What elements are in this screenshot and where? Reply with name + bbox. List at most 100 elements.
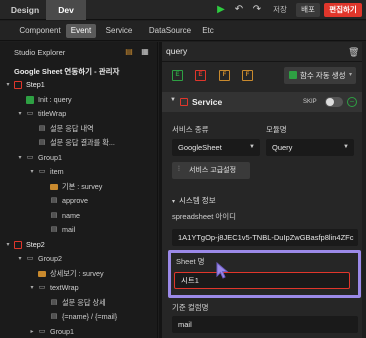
tab-datasource[interactable]: DataSource <box>144 24 196 38</box>
auto-generate-label: 함수 자동 생성 <box>300 71 346 80</box>
event-red-icon[interactable]: E <box>195 70 206 81</box>
chevron-down-icon[interactable]: ▾ <box>16 107 24 121</box>
spreadsheet-id-input[interactable]: 1A1YTgOp-j8JEC1v5-TNBL-DuIpZwGBasfp8lin4… <box>172 229 358 246</box>
spreadsheet-id-label: spreadsheet 아이디 <box>172 212 237 221</box>
tree-item-label: approve <box>62 196 88 205</box>
function-icon[interactable]: F <box>219 70 230 81</box>
tree-item[interactable]: ▸ ▭ Group1 <box>0 325 157 338</box>
text-icon: ▤ <box>38 124 46 132</box>
studio-explorer-panel: Studio Explorer ▤ ▦ Google Sheet 연동하기 - … <box>0 42 158 338</box>
event-icon <box>14 81 22 89</box>
tree-item-label: Group1 <box>50 326 74 336</box>
expand-all-icon[interactable]: ▦ <box>140 47 150 57</box>
tree-item[interactable]: ▤ {=name} / {=mail} <box>0 310 157 324</box>
tab-event[interactable]: Event <box>66 24 96 38</box>
query-header: query 🗑 <box>162 42 366 62</box>
scrollbar[interactable] <box>362 42 366 338</box>
save-button[interactable]: 저장 <box>268 3 292 17</box>
folder-icon <box>50 183 58 190</box>
tree-item[interactable]: ▤ approve <box>0 194 157 208</box>
mouse-cursor-icon <box>216 262 229 279</box>
caret-down-icon: ▼ <box>170 97 176 103</box>
tree-item-label: 설문 응답 결과를 확... <box>50 138 115 147</box>
function-generate-icon <box>289 71 297 79</box>
criteria-column-input[interactable]: mail <box>172 316 358 333</box>
tree-item[interactable]: ▤ 설문 응답 내역 <box>0 122 157 136</box>
auto-generate-function-button[interactable]: 함수 자동 생성 ▾ <box>284 67 356 84</box>
tree-item[interactable]: ▾ ▭ titleWrap <box>0 107 157 121</box>
service-type-label: 서비스 종류 <box>172 125 209 134</box>
skip-toggle[interactable] <box>325 97 343 107</box>
tree-step-item[interactable]: ▾ Step2 <box>0 238 157 252</box>
chevron-down-icon[interactable]: ▾ <box>4 238 12 252</box>
tree-item[interactable]: ▤ name <box>0 209 157 223</box>
tree-step-item[interactable]: ▾ Step1 <box>0 78 157 92</box>
tree-item-label: textWrap <box>50 283 79 292</box>
tree-item[interactable]: ▤ 설문 응답 상세 <box>0 296 157 310</box>
system-info-header[interactable]: ▾ 시스템 정보 <box>172 195 216 206</box>
event-green-icon[interactable]: E <box>172 70 183 81</box>
function-icon <box>26 95 34 104</box>
service-type-select[interactable]: GoogleSheet ▼ <box>172 139 260 156</box>
tree-item[interactable]: ▾ ▭ item <box>0 165 157 179</box>
tree-item-label: 상세보기 : survey <box>50 268 104 278</box>
tree-item-label: Group1 <box>38 152 62 162</box>
undo-icon[interactable]: ↶ <box>233 4 245 16</box>
tree-item[interactable]: Init : query <box>0 93 157 107</box>
tab-dev[interactable]: Dev <box>46 0 86 20</box>
module-value: Query <box>272 143 293 152</box>
service-icon <box>180 98 188 106</box>
text-icon: ▤ <box>50 211 58 219</box>
collapse-all-icon[interactable]: ▤ <box>124 47 134 57</box>
tree-item[interactable]: 기본 : survey <box>0 180 157 194</box>
tree-item-label: mail <box>62 225 76 234</box>
sub-tabs: Component Event Service DataSource Etc <box>0 21 366 41</box>
tree-item-label: 기본 : survey <box>62 181 103 191</box>
criteria-column-label: 기준 컬럼명 <box>172 303 209 312</box>
edit-button[interactable]: 편집하기 <box>324 3 362 17</box>
tool-icon-row: E E F F 함수 자동 생성 ▾ <box>162 63 366 91</box>
container-icon: ▭ <box>26 110 34 117</box>
chevron-down-icon[interactable]: ▾ <box>28 281 36 295</box>
service-advanced-settings-button[interactable]: ⫶ 서비스 고급설정 <box>172 162 250 179</box>
tree-item[interactable]: ▾ ▭ textWrap <box>0 281 157 295</box>
top-bar: Design Dev ▶ ↶ ↷ 저장 배포 편집하기 <box>0 0 366 20</box>
chevron-down-icon: ▾ <box>348 72 352 78</box>
chevron-down-icon[interactable]: ▾ <box>16 151 24 165</box>
tree-item-label: Step2 <box>26 239 45 249</box>
tree-item[interactable]: ▤ mail <box>0 223 157 237</box>
event-icon <box>14 240 22 249</box>
tab-service[interactable]: Service <box>102 24 136 38</box>
tree-item[interactable]: ▤ 설문 응답 결과를 확... <box>0 136 157 150</box>
remove-icon[interactable]: − <box>347 97 357 107</box>
module-select[interactable]: Query ▼ <box>266 139 354 156</box>
trash-icon[interactable]: 🗑 <box>348 46 359 58</box>
tree-item[interactable]: 상세보기 : survey <box>0 267 157 281</box>
tree-item[interactable]: ▾ ▭ Group2 <box>0 252 157 266</box>
redo-icon[interactable]: ↷ <box>251 4 263 16</box>
chevron-right-icon[interactable]: ▸ <box>28 325 36 338</box>
container-icon: ▭ <box>26 255 34 262</box>
tree-item-label: Step1 <box>26 80 45 89</box>
function-alt-icon[interactable]: F <box>242 70 253 81</box>
module-label: 모듈명 <box>266 125 287 134</box>
tree-item-label: Group2 <box>38 254 62 263</box>
container-icon: ▭ <box>38 327 46 335</box>
explorer-title: Studio Explorer <box>14 48 66 57</box>
chevron-down-icon[interactable]: ▾ <box>4 78 12 92</box>
text-icon: ▤ <box>50 313 58 320</box>
folder-icon <box>38 270 46 277</box>
project-title: Google Sheet 연동하기 - 관리자 <box>14 67 120 76</box>
chevron-down-icon[interactable]: ▾ <box>16 252 24 266</box>
chevron-down-icon[interactable]: ▾ <box>28 165 36 179</box>
tab-component[interactable]: Component <box>16 24 64 38</box>
caret-down-icon: ▾ <box>172 199 176 205</box>
tree-item-label: titleWrap <box>38 109 67 118</box>
tab-design[interactable]: Design <box>8 0 42 20</box>
tree-item[interactable]: ▾ ▭ Group1 <box>0 151 157 165</box>
tab-etc[interactable]: Etc <box>200 24 216 38</box>
container-icon: ▭ <box>26 153 34 161</box>
deploy-button[interactable]: 배포 <box>296 3 320 17</box>
service-section-header[interactable]: ▼ Service SKIP − <box>162 92 366 112</box>
play-icon[interactable]: ▶ <box>215 4 227 16</box>
